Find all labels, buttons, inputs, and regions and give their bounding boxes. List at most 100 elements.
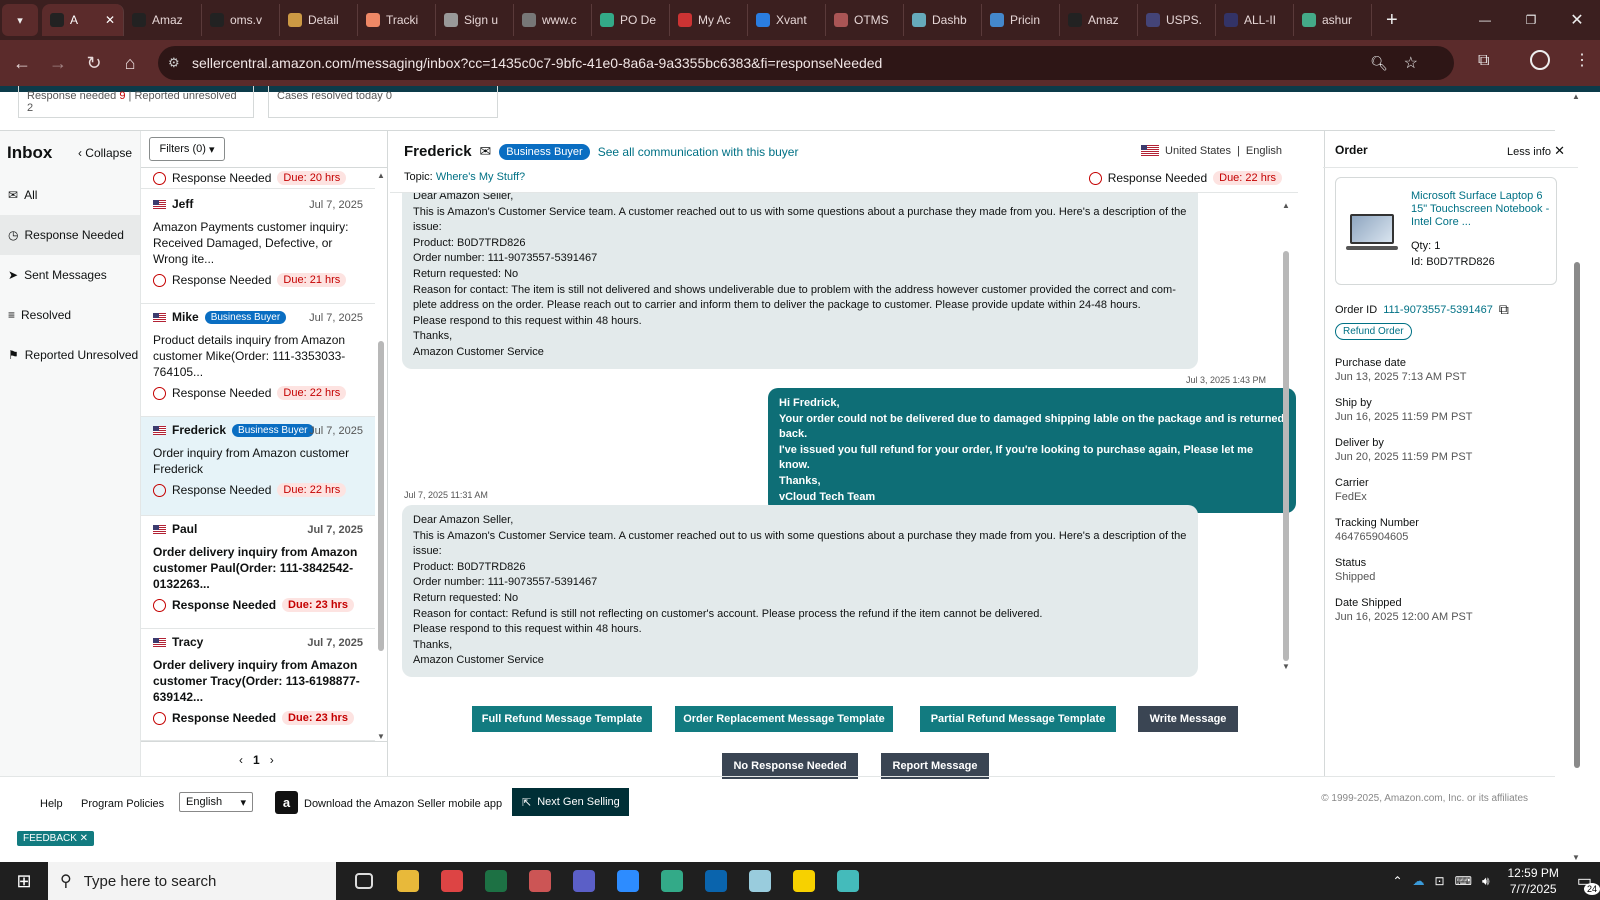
browser-tab[interactable]: www.c [514, 4, 592, 36]
notepad-icon[interactable] [738, 862, 782, 900]
due-badge: Due: 22 hrs [277, 386, 347, 400]
program-policies-link[interactable]: Program Policies [81, 798, 164, 810]
order-id-link[interactable]: 111-9073557-5391467 [1383, 304, 1493, 316]
thread-scrollbar[interactable]: ▲ ▼ [1282, 201, 1290, 671]
zoom-icon[interactable] [606, 862, 650, 900]
conversation-paul[interactable]: Paul Jul 7, 2025 Order delivery inquiry … [141, 516, 375, 629]
download-app-link[interactable]: Download the Amazon Seller mobile app [304, 798, 502, 810]
less-info-button[interactable]: Less info ✕ [1507, 143, 1565, 159]
conversation-jeff[interactable]: Jeff Jul 7, 2025 Amazon Payments custome… [141, 191, 375, 304]
close-window-button[interactable]: ✕ [1554, 0, 1600, 40]
teams-icon[interactable] [562, 862, 606, 900]
next-page-icon[interactable]: › [270, 753, 274, 767]
tray-chevron-icon[interactable]: ⌃ [1392, 874, 1402, 888]
app-icon[interactable] [826, 862, 870, 900]
list-scrollbar[interactable]: ▲ ▼ [377, 171, 385, 741]
browser-tab[interactable]: A ✕ [42, 4, 124, 36]
site-info-icon[interactable]: ⚙ [168, 55, 180, 71]
order-replacement-template-button[interactable]: Order Replacement Message Template [675, 706, 893, 732]
browser-tab[interactable]: Sign u [436, 4, 514, 36]
nav-reported-unresolved[interactable]: ⚑ Reported Unresolved [0, 335, 140, 375]
tab-label: Sign u [464, 13, 499, 27]
restore-button[interactable]: ❐ [1508, 0, 1554, 40]
external-link-icon: ⇱ [522, 796, 532, 809]
notifications-icon[interactable]: ▭ 24 [1577, 871, 1600, 895]
language-select[interactable]: English ▾ [179, 792, 253, 812]
nav-all[interactable]: ✉ All [0, 175, 140, 215]
onedrive-icon[interactable]: ☁ [1413, 874, 1425, 888]
close-tab-icon[interactable]: ✕ [105, 13, 115, 27]
browser-tab[interactable]: OTMS [826, 4, 904, 36]
reload-icon[interactable]: ↻ [76, 45, 112, 81]
browser-tab[interactable]: Detail [280, 4, 358, 36]
next-gen-selling-button[interactable]: ⇱ Next Gen Selling [512, 788, 629, 816]
feedback-button[interactable]: FEEDBACK ✕ [17, 831, 95, 846]
browser-tab[interactable]: PO De [592, 4, 670, 36]
meet-now-icon[interactable]: ⊡ [1435, 874, 1445, 888]
help-link[interactable]: Help [40, 798, 63, 810]
search-icon: ⚲ [60, 873, 72, 890]
bookmark-star-icon[interactable]: ☆ [1404, 53, 1418, 73]
taskbar-search-box[interactable]: ⚲ Type here to search [48, 862, 336, 900]
chrome-icon[interactable] [430, 862, 474, 900]
file-explorer-icon[interactable] [386, 862, 430, 900]
topic-label: Topic: [404, 171, 433, 183]
task-view-icon[interactable] [342, 862, 386, 900]
copy-icon[interactable]: ⧉ [1499, 301, 1509, 318]
browser-tab[interactable]: USPS. [1138, 4, 1216, 36]
new-tab-button[interactable]: + [1386, 9, 1398, 32]
thread-buyer-name: Frederick [404, 143, 472, 160]
page-scrollbar[interactable]: ▲ ▼ [1572, 92, 1582, 862]
browser-tab[interactable]: Amaz [1060, 4, 1138, 36]
volume-icon[interactable]: 🔊︎ [1482, 874, 1490, 889]
conversation-tracy[interactable]: Tracy Jul 7, 2025 Order delivery inquiry… [141, 629, 375, 741]
minimize-button[interactable]: — [1462, 0, 1508, 40]
prev-page-icon[interactable]: ‹ [239, 753, 243, 767]
menu-icon[interactable]: ⋮ [1574, 50, 1590, 70]
conversation-mike[interactable]: Mike Business Buyer Jul 7, 2025 Product d… [141, 304, 375, 417]
profile-icon[interactable] [1530, 50, 1550, 70]
filters-button[interactable]: Filters (0) ▾ [149, 137, 225, 161]
outlook-icon[interactable] [694, 862, 738, 900]
product-qty: Qty: 1 [1411, 240, 1441, 252]
email-icon[interactable]: ✉ [480, 143, 492, 160]
tab-search-icon[interactable]: ▾ [2, 4, 38, 36]
status-label: Response Needed [172, 273, 272, 287]
see-all-communication-link[interactable]: See all communication with this buyer [598, 145, 799, 159]
browser-tab[interactable]: Tracki [358, 4, 436, 36]
full-refund-template-button[interactable]: Full Refund Message Template [472, 706, 652, 732]
nav-resolved[interactable]: ≡ Resolved [0, 295, 140, 335]
forward-icon[interactable]: → [40, 45, 76, 81]
product-name-link[interactable]: Microsoft Surface Laptop 6 15" Touchscre… [1411, 190, 1551, 229]
nav-sent-messages[interactable]: ➤ Sent Messages [0, 255, 140, 295]
extensions-icon[interactable]: ⧉ [1478, 52, 1489, 70]
url-field[interactable]: ⚙ sellercentral.amazon.com/messaging/inb… [158, 46, 1454, 80]
browser-tab[interactable]: oms.v [202, 4, 280, 36]
network-icon[interactable]: ⌨ [1455, 874, 1472, 888]
excel-icon[interactable] [474, 862, 518, 900]
back-icon[interactable]: ← [4, 45, 40, 81]
sticky-notes-icon[interactable] [782, 862, 826, 900]
clock-icon: ◷ [8, 228, 19, 242]
chrome-profile-icon[interactable] [518, 862, 562, 900]
browser-tab[interactable]: ALL-II [1216, 4, 1294, 36]
browser-tab[interactable]: Amaz [124, 4, 202, 36]
full-refund-label: Full Refund Message Template [481, 713, 643, 725]
browser-tab[interactable]: Dashb [904, 4, 982, 36]
nav-response-needed[interactable]: ◷ Response Needed [0, 215, 140, 255]
chrome-alt-icon[interactable] [650, 862, 694, 900]
browser-tab[interactable]: Pricin [982, 4, 1060, 36]
collapse-button[interactable]: ‹ Collapse [78, 146, 132, 160]
topic-link[interactable]: Where's My Stuff? [436, 171, 525, 183]
browser-tab[interactable]: Xvant [748, 4, 826, 36]
browser-tab[interactable]: My Ac [670, 4, 748, 36]
home-icon[interactable]: ⌂ [112, 45, 148, 81]
partial-refund-template-button[interactable]: Partial Refund Message Template [920, 706, 1116, 732]
nav-response-needed-label: Response Needed [24, 228, 124, 242]
conversation-frederick[interactable]: Frederick Business Buyer Jul 7, 2025 Orde… [141, 417, 375, 516]
windows-start-icon[interactable]: ⊞ [0, 862, 48, 900]
zoom-icon[interactable]: 🔍︎ [1370, 55, 1388, 72]
browser-tab[interactable]: ashur [1294, 4, 1372, 36]
refund-order-button[interactable]: Refund Order [1335, 323, 1412, 340]
write-message-button[interactable]: Write Message [1138, 706, 1238, 732]
